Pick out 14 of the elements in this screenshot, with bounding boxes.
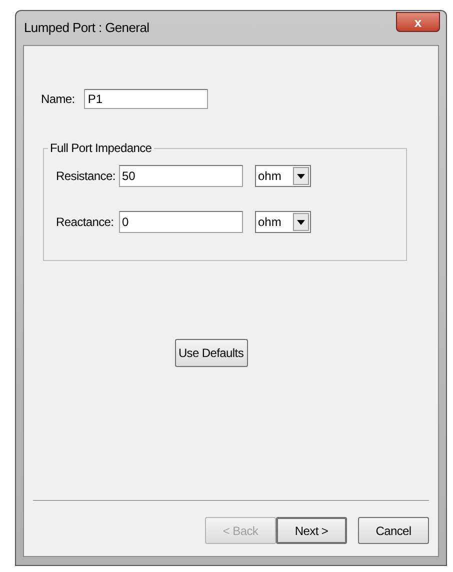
unit-dropdown[interactable]: ohm	[255, 165, 311, 187]
cancel-button[interactable]: Cancel	[358, 517, 429, 544]
name-label: Name:	[41, 91, 75, 108]
window-title: Lumped Port : General	[24, 19, 150, 38]
field-label: Reactance:	[56, 214, 115, 231]
use-defaults-button[interactable]: Use Defaults	[174, 339, 248, 367]
name-field[interactable]: P1	[84, 89, 208, 109]
unit-dropdown[interactable]: ohm	[255, 211, 311, 233]
value-field[interactable]: 0	[119, 211, 243, 233]
value-field[interactable]: 50	[119, 165, 243, 187]
wizard-button[interactable]: Next >	[276, 517, 347, 544]
close-button[interactable]: x	[396, 12, 440, 32]
field-label: Resistance:	[56, 168, 116, 185]
group-title: Full Port Impedance	[49, 140, 153, 157]
